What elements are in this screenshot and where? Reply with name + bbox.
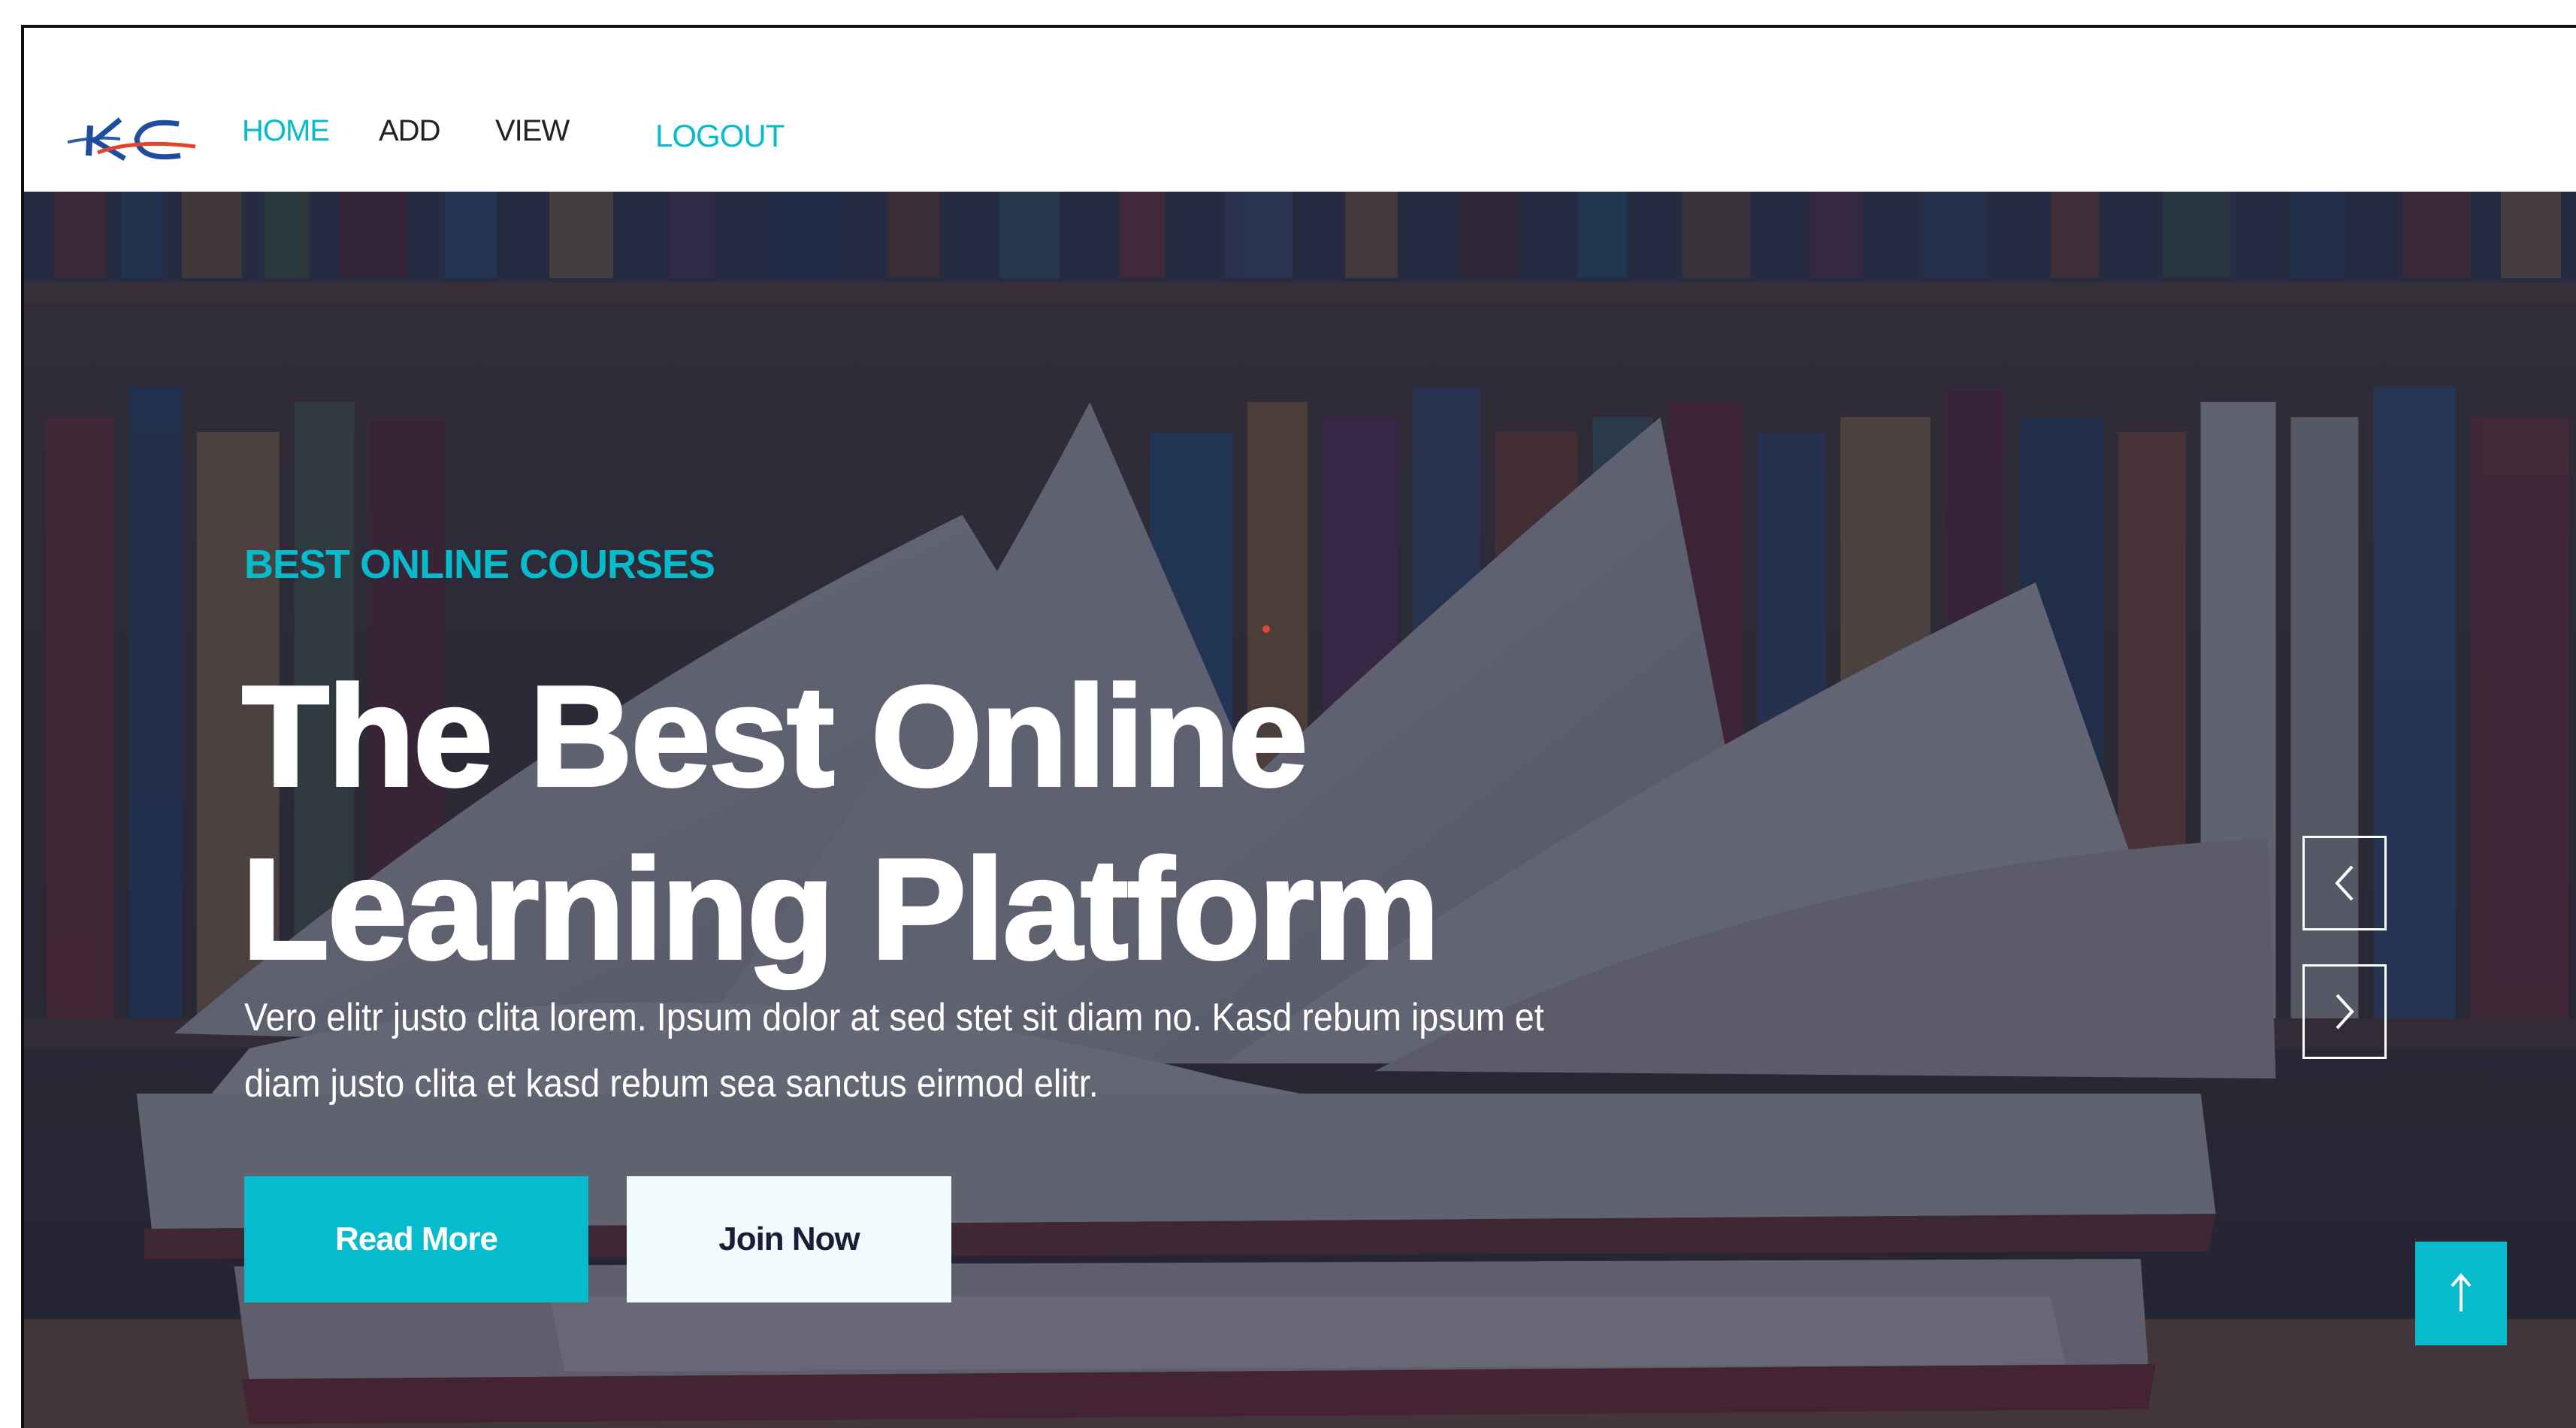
hero-carousel: BEST ONLINE COURSES The Best Online Lear… — [24, 192, 2576, 1428]
nav-add-link[interactable]: ADD — [379, 114, 440, 148]
hero-description: Vero elitr justo clita lorem. Ipsum dolo… — [244, 996, 1544, 1106]
chevron-right-icon — [2336, 994, 2354, 1030]
hero-headline-line2: Learning Platform — [240, 828, 1441, 991]
nav-home-link[interactable]: HOME — [242, 114, 330, 148]
arrow-up-icon — [2451, 1272, 2472, 1312]
join-now-button[interactable]: Join Now — [627, 1176, 951, 1302]
browser-viewport: HOME ADD VIEW LOGOUT BEST ONLINE COURSES… — [21, 25, 2576, 1428]
nav-view-link[interactable]: VIEW — [495, 114, 570, 148]
chevron-left-icon — [2335, 865, 2354, 901]
brand-logo[interactable] — [67, 103, 203, 171]
back-to-top-button[interactable] — [2415, 1242, 2507, 1345]
carousel-indicator-dot — [1262, 625, 1270, 633]
hero-eyebrow: BEST ONLINE COURSES — [244, 542, 715, 587]
navbar: HOME ADD VIEW LOGOUT — [24, 28, 2576, 192]
carousel-prev-button[interactable] — [2302, 836, 2387, 930]
carousel-next-button[interactable] — [2302, 964, 2387, 1059]
hero-headline-line1: The Best Online — [240, 655, 1309, 818]
hero-headline: The Best Online Learning Platform — [240, 650, 1745, 996]
read-more-button[interactable]: Read More — [244, 1176, 588, 1302]
nav-logout-link[interactable]: LOGOUT — [655, 118, 785, 154]
kc-logo-icon — [67, 117, 196, 162]
